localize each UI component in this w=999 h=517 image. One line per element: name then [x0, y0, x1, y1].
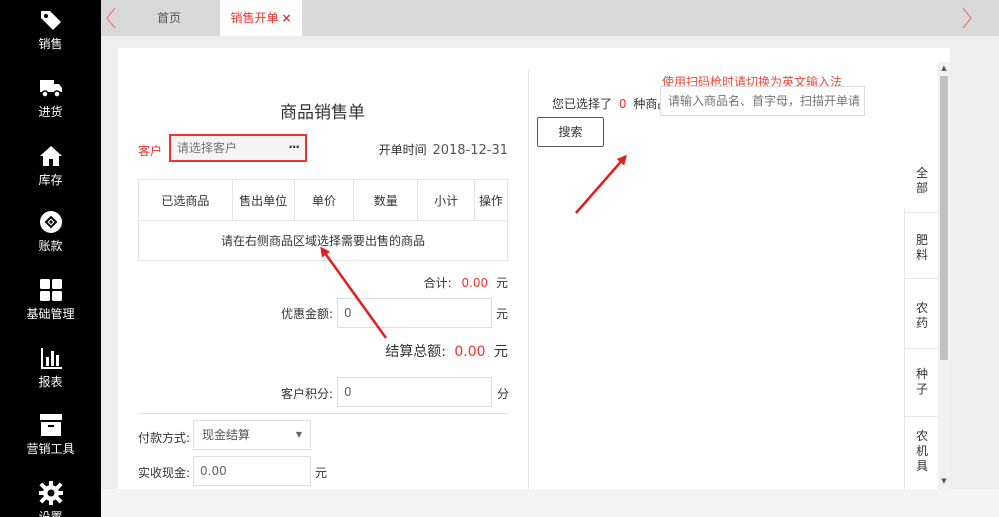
nav-item-settings[interactable]: 设置	[0, 481, 101, 517]
subtotal-unit: 元	[495, 276, 508, 290]
column-header-subtotal: 小计	[417, 179, 476, 221]
open-time-label: 开单时间	[378, 143, 427, 157]
discount-label: 优惠金额:	[281, 307, 334, 321]
panel-divider	[528, 70, 529, 489]
sidebar: 销售 进货 库存 账款 基础管理 报表 营销工具 设置	[0, 0, 101, 517]
nav-label-reports: 报表	[38, 375, 63, 389]
tab-scroll-right[interactable]	[957, 0, 977, 36]
cash-unit: 元	[315, 466, 328, 480]
nav-item-inventory[interactable]: 库存	[0, 144, 101, 188]
grid-icon	[39, 279, 62, 301]
tab-home-label: 首页	[156, 11, 181, 25]
settlement-total-unit: 元	[494, 344, 508, 360]
payment-method-select[interactable]: 现金结算 ▼	[193, 420, 311, 450]
nav-item-accounts[interactable]: 账款	[0, 210, 101, 254]
settlement-total: 结算总额: 0.00 元	[385, 341, 508, 361]
settlement-total-label: 结算总额:	[385, 344, 446, 360]
truck-icon	[39, 80, 62, 98]
table-empty-message: 请在右侧商品区域选择需要出售的商品	[138, 220, 508, 261]
payment-method-value: 现金结算	[202, 428, 251, 442]
tab-sales-order[interactable]: 销售开单 ×	[220, 0, 302, 36]
sales-order-panel: 商品销售单 客户 ··· 开单时间 2018-12-31 已选商品 售出单位 单…	[118, 48, 950, 489]
cash-label: 实收现金:	[138, 466, 191, 480]
points-input[interactable]: 0	[337, 377, 492, 407]
tab-home[interactable]: 首页	[120, 0, 218, 36]
scroll-down-icon[interactable]: ▼	[938, 475, 950, 487]
subtotal-value: 0.00	[461, 276, 489, 290]
nav-label-marketing-tools: 营销工具	[26, 442, 75, 456]
nav-label-accounts: 账款	[38, 239, 63, 253]
category-tab-pesticide[interactable]: 农 药	[904, 279, 940, 349]
category-tab-fertilizer[interactable]: 肥 料	[904, 213, 940, 279]
column-header-goods: 已选商品	[138, 179, 233, 221]
table-header-row: 已选商品 售出单位 单价 数量 小计 操作	[138, 179, 508, 221]
customer-label: 客户	[138, 144, 163, 158]
archive-icon	[39, 414, 62, 436]
tab-scroll-left[interactable]	[101, 0, 121, 36]
category-tab-machinery[interactable]: 农 机 具	[904, 417, 940, 489]
search-button[interactable]: 搜索	[537, 117, 604, 147]
bar-chart-icon	[40, 348, 62, 369]
cash-input[interactable]: 0.00	[193, 456, 311, 486]
customer-input[interactable]	[171, 136, 281, 160]
table-row: 请在右侧商品区域选择需要出售的商品	[138, 220, 508, 261]
tab-bar: 首页 销售开单 ×	[101, 0, 999, 36]
caret-down-icon: ▼	[295, 430, 302, 439]
category-tab-all[interactable]: 全 部	[904, 150, 940, 213]
discount-input[interactable]: 0	[337, 298, 492, 328]
column-header-unit: 售出单位	[231, 179, 295, 221]
column-header-price: 单价	[293, 179, 355, 221]
nav-label-inventory: 库存	[38, 173, 63, 187]
tab-sales-order-label: 销售开单	[230, 11, 279, 25]
discount-unit: 元	[496, 307, 509, 321]
points-unit: 分	[497, 387, 510, 401]
open-time: 开单时间 2018-12-31	[379, 141, 508, 158]
nav-label-purchase: 进货	[38, 105, 63, 119]
divider	[138, 413, 508, 414]
nav-item-marketing-tools[interactable]: 营销工具	[0, 413, 101, 457]
subtotal: 合计: 0.00 元	[424, 274, 508, 291]
chevron-right-icon	[962, 7, 972, 29]
column-header-actions: 操作	[474, 179, 508, 221]
nav-item-purchase[interactable]: 进货	[0, 76, 101, 120]
payment-label: 付款方式:	[138, 431, 191, 445]
points-label: 客户积分:	[281, 387, 334, 401]
money-icon	[39, 211, 62, 233]
chevron-left-icon	[106, 7, 116, 29]
selected-goods-table: 已选商品 售出单位 单价 数量 小计 操作 请在右侧商品区域选择需要出售的商品	[138, 179, 508, 261]
nav-item-basic-management[interactable]: 基础管理	[0, 278, 101, 322]
scroll-up-icon[interactable]: ▲	[938, 62, 950, 74]
subtotal-label: 合计:	[423, 276, 452, 290]
category-tab-seeds[interactable]: 种 子	[904, 349, 940, 417]
footer-strip	[101, 489, 999, 517]
nav-label-settings: 设置	[38, 510, 63, 517]
customer-select[interactable]: ···	[169, 134, 307, 162]
gear-icon	[38, 481, 63, 505]
chosen-count-value: 0	[618, 97, 627, 111]
nav-label-sales: 销售	[38, 37, 63, 51]
chosen-count: 您已选择了 0 种商品	[552, 95, 669, 112]
page-title: 商品销售单	[280, 103, 365, 123]
settlement-total-value: 0.00	[454, 344, 486, 360]
scrollbar-thumb[interactable]	[940, 76, 948, 360]
nav-label-basic-management: 基础管理	[26, 307, 75, 321]
close-icon[interactable]: ×	[281, 11, 291, 25]
more-icon[interactable]: ···	[288, 140, 300, 154]
nav-item-sales[interactable]: 销售	[0, 8, 101, 52]
column-header-quantity: 数量	[353, 179, 419, 221]
chosen-prefix: 您已选择了	[552, 97, 613, 111]
home-icon	[39, 146, 62, 166]
open-time-value: 2018-12-31	[432, 143, 508, 158]
product-search-input[interactable]	[660, 86, 865, 116]
tag-icon	[40, 11, 61, 30]
nav-item-reports[interactable]: 报表	[0, 346, 101, 390]
